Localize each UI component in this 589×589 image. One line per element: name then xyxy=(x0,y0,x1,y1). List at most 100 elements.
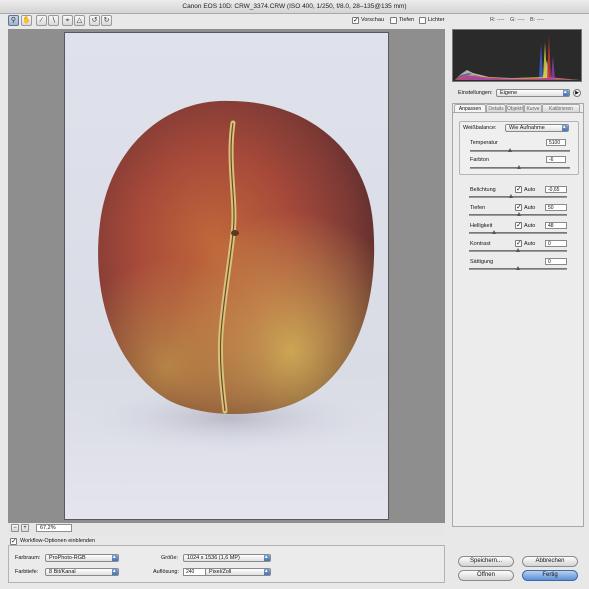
tab-kurve[interactable]: Kurve xyxy=(524,104,542,112)
kontrast-label: Kontrast xyxy=(470,241,491,247)
rotate-right-icon[interactable]: ↻ xyxy=(101,15,112,26)
groesse-label: Größe: xyxy=(161,555,179,561)
color-sampler-icon[interactable]: ∖ xyxy=(48,15,59,26)
workflow-options-panel: Farbraum: ProPhoto-RGB ▲▼ Farbtiefe: 8 B… xyxy=(8,545,445,583)
whitebalance-group: Weißbalance: Wie Aufnahme ▲▼ Temperatur … xyxy=(459,121,579,175)
shadows-checkbox[interactable] xyxy=(390,17,397,24)
workflow-toggle-label: Workflow-Optionen einblenden xyxy=(20,538,96,544)
preview-checkbox[interactable]: ✓ xyxy=(352,17,359,24)
whitebalance-value: Wie Aufnahme xyxy=(509,125,545,131)
shadows-label: Tiefen xyxy=(399,17,415,23)
farbraum-select[interactable]: ProPhoto-RGB ▲▼ xyxy=(45,554,119,562)
kontrast-auto-label: Auto xyxy=(524,241,536,247)
highlights-checkbox[interactable] xyxy=(419,17,426,24)
rotate-left-icon[interactable]: ↺ xyxy=(89,15,100,26)
tiefen-auto-checkbox[interactable]: ✓ xyxy=(515,204,522,211)
farbton-slider-knob[interactable] xyxy=(517,165,521,169)
temperatur-label: Temperatur xyxy=(470,140,498,146)
settings-menu-button[interactable]: ▶ xyxy=(573,89,581,97)
cancel-button[interactable]: Abbrechen xyxy=(522,556,578,567)
temperatur-input[interactable]: 5100 xyxy=(546,139,566,146)
farbraum-value: ProPhoto-RGB xyxy=(49,555,86,561)
saettigung-slider-knob[interactable] xyxy=(516,266,520,270)
whitebalance-select[interactable]: Wie Aufnahme ▲▼ xyxy=(505,124,569,132)
belichtung-auto-checkbox[interactable]: ✓ xyxy=(515,186,522,193)
select-arrow-icon: ▲▼ xyxy=(563,90,569,96)
helligkeit-input[interactable]: 48 xyxy=(545,222,567,229)
einheit-select[interactable]: Pixel/Zoll ▲▼ xyxy=(205,568,271,576)
zoom-in-button[interactable]: + xyxy=(21,524,29,532)
tab-objektiv[interactable]: Objektiv xyxy=(506,104,524,112)
aufloesung-label: Auflösung: xyxy=(153,569,179,575)
zoom-icon[interactable]: ⚲ xyxy=(8,15,19,26)
rgb-readout-r: R: ---- xyxy=(490,17,505,23)
farbtiefe-select[interactable]: 8 Bit/Kanal ▲▼ xyxy=(45,568,119,576)
crop-icon[interactable]: ⌖ xyxy=(62,15,73,26)
kontrast-slider-knob[interactable] xyxy=(516,248,520,252)
helligkeit-slider[interactable] xyxy=(469,230,567,234)
tab-anpassen[interactable]: Anpassen xyxy=(454,104,486,112)
saettigung-input[interactable]: 0 xyxy=(545,258,567,265)
belichtung-input[interactable]: -0,65 xyxy=(545,186,567,193)
belichtung-label: Belichtung xyxy=(470,187,496,193)
kontrast-input[interactable]: 0 xyxy=(545,240,567,247)
groesse-select[interactable]: 1024 x 1536 (1,6 MP) ▲▼ xyxy=(183,554,271,562)
highlights-label: Lichter xyxy=(428,17,445,23)
hand-icon[interactable]: ✋ xyxy=(21,15,32,26)
zoom-bar: − + 67,2% xyxy=(8,523,445,535)
preview-label: Vorschau xyxy=(361,17,384,23)
belichtung-slider-knob[interactable] xyxy=(509,194,513,198)
settings-row: Einstellungen: Eigene ▲▼ ▶ xyxy=(452,88,582,98)
workflow-toggle-checkbox[interactable]: ✓ xyxy=(10,538,17,545)
zoom-out-button[interactable]: − xyxy=(11,524,19,532)
kontrast-slider[interactable] xyxy=(469,248,567,252)
helligkeit-auto-label: Auto xyxy=(524,223,536,229)
zoom-level-select[interactable]: 67,2% xyxy=(36,524,72,532)
tiefen-auto-label: Auto xyxy=(524,205,536,211)
toolbar: ⚲ ✋ ∕ ∖ ⌖ △ ↺ ↻ ✓ Vorschau Tiefen Lichte… xyxy=(0,14,589,29)
whitebalance-label: Weißbalance: xyxy=(463,125,497,131)
tiefen-slider-knob[interactable] xyxy=(517,212,521,216)
farbtiefe-value: 8 Bit/Kanal xyxy=(49,569,76,575)
belichtung-slider[interactable] xyxy=(469,194,567,198)
done-button[interactable]: Fertig xyxy=(522,570,578,581)
tab-kalibrieren[interactable]: Kalibrieren xyxy=(542,104,580,112)
tab-details[interactable]: Details xyxy=(486,104,506,112)
select-arrow-icon: ▲▼ xyxy=(264,555,270,561)
window-title: Canon EOS 10D: CRW_3374.CRW (ISO 400, 1/… xyxy=(0,0,589,14)
eyedropper-icon[interactable]: ∕ xyxy=(36,15,47,26)
farbtiefe-label: Farbtiefe: xyxy=(15,569,39,575)
preview-image xyxy=(64,32,389,520)
aufloesung-input[interactable]: 240 xyxy=(183,568,207,576)
rgb-readout-b: B: ---- xyxy=(530,17,545,23)
helligkeit-auto-checkbox[interactable]: ✓ xyxy=(515,222,522,229)
settings-label: Einstellungen: xyxy=(458,90,493,96)
tiefen-label: Tiefen xyxy=(470,205,486,211)
einheit-value: Pixel/Zoll xyxy=(209,569,232,575)
select-arrow-icon: ▲▼ xyxy=(264,569,270,575)
helligkeit-label: Helligkeit xyxy=(470,223,493,229)
belichtung-auto-label: Auto xyxy=(524,187,536,193)
tiefen-slider[interactable] xyxy=(469,212,567,216)
select-arrow-icon: ▲▼ xyxy=(112,569,118,575)
straighten-icon[interactable]: △ xyxy=(74,15,85,26)
temperatur-slider-knob[interactable] xyxy=(508,148,512,152)
temperatur-slider[interactable] xyxy=(470,148,570,152)
save-button[interactable]: Speichern... xyxy=(458,556,514,567)
kontrast-auto-checkbox[interactable]: ✓ xyxy=(515,240,522,247)
tab-divider xyxy=(453,112,583,113)
open-button[interactable]: Öffnen xyxy=(458,570,514,581)
histogram-graph xyxy=(453,30,581,81)
histogram xyxy=(452,29,582,82)
zoom-level-value: 67,2% xyxy=(40,525,56,531)
settings-select[interactable]: Eigene ▲▼ xyxy=(496,89,570,97)
saettigung-slider[interactable] xyxy=(469,266,567,270)
select-arrow-icon: ▲▼ xyxy=(562,125,568,131)
farbton-input[interactable]: -6 xyxy=(546,156,566,163)
tiefen-input[interactable]: 50 xyxy=(545,204,567,211)
select-arrow-icon: ▲▼ xyxy=(112,555,118,561)
farbraum-label: Farbraum: xyxy=(15,555,41,561)
helligkeit-slider-knob[interactable] xyxy=(492,230,496,234)
farbton-label: Farbton xyxy=(470,157,489,163)
farbton-slider[interactable] xyxy=(470,165,570,169)
